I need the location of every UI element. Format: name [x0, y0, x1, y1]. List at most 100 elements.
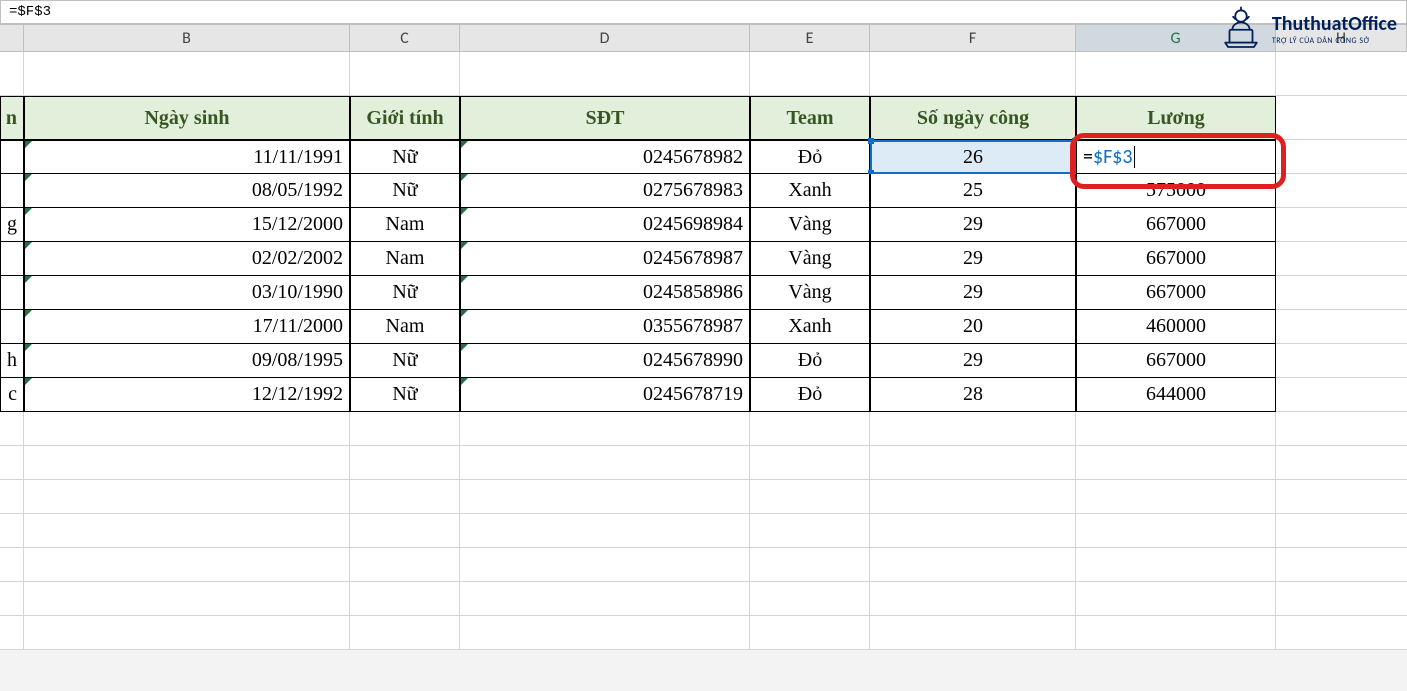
header-cell-so-ngay-cong[interactable]: Số ngày công	[870, 96, 1076, 140]
cell[interactable]: 29	[870, 276, 1076, 310]
col-header-D[interactable]: D	[460, 25, 750, 51]
cell[interactable]: 11/11/1991	[24, 140, 350, 174]
cell[interactable]: Nam	[350, 310, 460, 344]
cell[interactable]	[350, 52, 460, 96]
cell[interactable]: 09/08/1995	[24, 344, 350, 378]
cell[interactable]: Nữ	[350, 276, 460, 310]
cell[interactable]	[1276, 480, 1407, 514]
cell[interactable]	[350, 412, 460, 446]
cell[interactable]: 28	[870, 378, 1076, 412]
header-cell[interactable]: n	[0, 96, 24, 140]
cell[interactable]	[1276, 616, 1407, 650]
cell[interactable]	[1276, 378, 1407, 412]
cell[interactable]: 667000	[1076, 276, 1276, 310]
cell[interactable]	[1276, 276, 1407, 310]
cell[interactable]	[1276, 174, 1407, 208]
cell[interactable]	[460, 446, 750, 480]
cell[interactable]	[24, 412, 350, 446]
cell[interactable]	[460, 582, 750, 616]
cell[interactable]	[1276, 242, 1407, 276]
cell[interactable]: Vàng	[750, 208, 870, 242]
cell[interactable]	[870, 548, 1076, 582]
cell[interactable]: 0275678983	[460, 174, 750, 208]
cell[interactable]	[1076, 412, 1276, 446]
cell[interactable]	[1276, 310, 1407, 344]
cell[interactable]	[24, 514, 350, 548]
cell[interactable]	[750, 52, 870, 96]
cell[interactable]	[1076, 548, 1276, 582]
cell[interactable]	[24, 446, 350, 480]
cell[interactable]	[0, 548, 24, 582]
formula-bar[interactable]: =$F$3	[0, 0, 1407, 24]
cell[interactable]: 460000	[1076, 310, 1276, 344]
cell[interactable]	[350, 480, 460, 514]
header-cell-gioi-tinh[interactable]: Giới tính	[350, 96, 460, 140]
cell[interactable]	[350, 582, 460, 616]
col-header-F[interactable]: F	[870, 25, 1076, 51]
cell[interactable]	[1276, 96, 1407, 140]
cell[interactable]: 0245698984	[460, 208, 750, 242]
cell[interactable]	[1276, 140, 1407, 174]
cell[interactable]: c	[0, 378, 24, 412]
cell[interactable]	[460, 412, 750, 446]
cell[interactable]: 02/02/2002	[24, 242, 350, 276]
cell[interactable]	[870, 616, 1076, 650]
cell[interactable]	[870, 52, 1076, 96]
cell[interactable]	[1076, 582, 1276, 616]
cell[interactable]: 17/11/2000	[24, 310, 350, 344]
cell[interactable]	[870, 412, 1076, 446]
cell[interactable]	[870, 582, 1076, 616]
cell[interactable]	[1076, 446, 1276, 480]
cell[interactable]	[24, 616, 350, 650]
cell[interactable]: 667000	[1076, 344, 1276, 378]
header-cell-luong[interactable]: Lương	[1076, 96, 1276, 140]
cell[interactable]	[24, 480, 350, 514]
cell[interactable]	[1076, 480, 1276, 514]
cell[interactable]	[1276, 514, 1407, 548]
cell[interactable]	[24, 582, 350, 616]
cell[interactable]	[870, 480, 1076, 514]
header-cell-sdt[interactable]: SĐT	[460, 96, 750, 140]
cell[interactable]: 667000	[1076, 208, 1276, 242]
cell[interactable]	[0, 140, 24, 174]
cell[interactable]: 29	[870, 242, 1076, 276]
cell[interactable]: Nữ	[350, 174, 460, 208]
cell[interactable]	[350, 616, 460, 650]
cell[interactable]	[870, 446, 1076, 480]
header-cell-team[interactable]: Team	[750, 96, 870, 140]
cell[interactable]	[350, 514, 460, 548]
cell[interactable]	[1276, 344, 1407, 378]
cell[interactable]: 667000	[1076, 242, 1276, 276]
cell[interactable]: Nữ	[350, 140, 460, 174]
col-header-B[interactable]: B	[24, 25, 350, 51]
cell[interactable]	[1276, 548, 1407, 582]
cell[interactable]: Vàng	[750, 242, 870, 276]
cell[interactable]	[350, 446, 460, 480]
cell[interactable]	[460, 52, 750, 96]
cell[interactable]: Nữ	[350, 344, 460, 378]
cell[interactable]	[460, 480, 750, 514]
cell[interactable]	[750, 514, 870, 548]
col-header-E[interactable]: E	[750, 25, 870, 51]
cell[interactable]	[750, 582, 870, 616]
cell[interactable]	[750, 480, 870, 514]
cell[interactable]: Nữ	[350, 378, 460, 412]
referenced-cell[interactable]: 26	[870, 140, 1076, 174]
cell[interactable]	[1276, 582, 1407, 616]
cell[interactable]	[24, 52, 350, 96]
cell[interactable]: Đỏ	[750, 344, 870, 378]
cell[interactable]	[1076, 616, 1276, 650]
cell[interactable]: 575000	[1076, 174, 1276, 208]
cell[interactable]	[0, 52, 24, 96]
cell[interactable]	[24, 548, 350, 582]
cell[interactable]	[1276, 412, 1407, 446]
cell[interactable]	[0, 242, 24, 276]
cell[interactable]: Đỏ	[750, 378, 870, 412]
cell[interactable]: 08/05/1992	[24, 174, 350, 208]
cell[interactable]	[870, 514, 1076, 548]
cell[interactable]	[0, 446, 24, 480]
cell[interactable]: 0245678982	[460, 140, 750, 174]
cell[interactable]	[1276, 446, 1407, 480]
cell[interactable]: 644000	[1076, 378, 1276, 412]
cell[interactable]	[350, 548, 460, 582]
